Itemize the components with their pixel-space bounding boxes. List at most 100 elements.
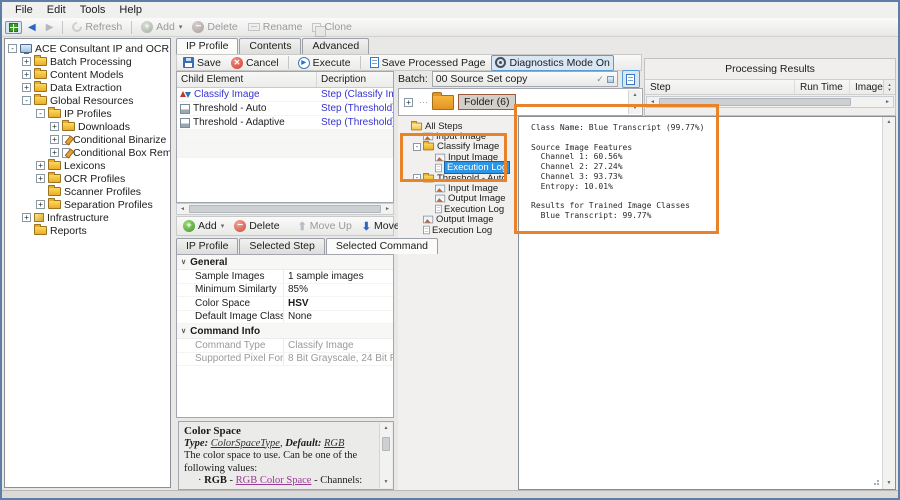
- execute-button[interactable]: ▶Execute: [294, 55, 355, 71]
- tree-item-batch-processing[interactable]: +Batch Processing: [5, 55, 170, 68]
- tree-item-global-resources[interactable]: -Global Resources: [5, 94, 170, 107]
- tree-item-scanner-profiles[interactable]: Scanner Profiles: [5, 185, 170, 198]
- scroll-up-icon[interactable]: ▲: [384, 423, 389, 434]
- expander-icon[interactable]: +: [36, 200, 45, 209]
- batch-combo[interactable]: 00 Source Set copy ✓: [432, 71, 618, 87]
- results-horizontal-scrollbar[interactable]: ◄ ►: [646, 96, 894, 108]
- scroll-left-icon[interactable]: ◄: [647, 99, 658, 105]
- tab-selected-step[interactable]: Selected Step: [239, 238, 324, 254]
- expander-icon[interactable]: +: [22, 70, 31, 79]
- tree-item-input-image[interactable]: Input Image: [398, 183, 518, 193]
- delete-child-button[interactable]: −Delete: [230, 218, 283, 234]
- toggle-navigation-panel-button[interactable]: [5, 21, 22, 34]
- diagnostics-mode-button[interactable]: Diagnostics Mode On: [491, 55, 613, 71]
- expander-icon[interactable]: -: [8, 44, 17, 53]
- tree-item-ip-profiles[interactable]: -IP Profiles: [5, 107, 170, 120]
- scroll-right-icon[interactable]: ►: [382, 206, 393, 212]
- scroll-down-icon[interactable]: ▼: [384, 477, 389, 488]
- add-child-button[interactable]: +Add▾: [179, 218, 228, 234]
- property-row-minimum-similarty[interactable]: Minimum Similarty85%: [177, 284, 393, 298]
- scroll-up-icon[interactable]: ▲: [633, 90, 638, 101]
- collapse-icon[interactable]: ∨: [181, 258, 186, 266]
- tree-item-threshold-auto[interactable]: -Threshold - Auto: [398, 173, 518, 183]
- add-button[interactable]: +Add▾: [137, 19, 186, 35]
- tab-selected-command[interactable]: Selected Command: [326, 238, 438, 254]
- scroll-down-icon[interactable]: ▼: [887, 478, 892, 489]
- tree-item-execution-log[interactable]: Execution Log: [398, 225, 518, 235]
- scrollbar-thumb[interactable]: [659, 98, 851, 106]
- clone-button[interactable]: Clone: [308, 19, 355, 35]
- move-up-button[interactable]: ⬆Move Up: [294, 218, 356, 235]
- column-header-run-time[interactable]: Run Time: [795, 80, 850, 94]
- expander-icon[interactable]: -: [413, 174, 421, 182]
- tree-item-all-steps[interactable]: All Steps: [398, 121, 518, 131]
- expander-icon[interactable]: -: [36, 109, 45, 118]
- table-row-threshold-adaptive[interactable]: Threshold - AdaptiveStep (Threshold): [177, 116, 393, 130]
- property-value[interactable]: 8 Bit Grayscale, 24 Bit RGB, 32 B: [283, 353, 393, 366]
- tree-item-input-image[interactable]: Input Image: [398, 131, 518, 141]
- property-row-sample-images[interactable]: Sample Images1 sample images: [177, 270, 393, 284]
- tree-item-execution-log[interactable]: Execution Log: [398, 204, 518, 214]
- save-button[interactable]: Save: [179, 55, 225, 71]
- output-vertical-scrollbar[interactable]: ▲ ▼: [882, 117, 895, 489]
- table-row-classify-image[interactable]: Classify ImageStep (Classify Image): [177, 88, 393, 102]
- help-vertical-scrollbar[interactable]: ▲ ▼: [379, 423, 392, 488]
- tree-item-ace-consultant-ip-and-ocr[interactable]: -ACE Consultant IP and OCR: [5, 42, 170, 55]
- column-header-step[interactable]: Step: [645, 80, 795, 94]
- tab-contents[interactable]: Contents: [239, 38, 301, 54]
- view-page-button[interactable]: [622, 70, 640, 88]
- property-row-color-space[interactable]: Color SpaceHSV: [177, 297, 393, 311]
- tab-ip-profile-2[interactable]: IP Profile: [176, 238, 238, 254]
- expander-icon[interactable]: +: [36, 174, 45, 183]
- help-bullet-link[interactable]: RGB Color Space: [236, 475, 312, 486]
- spinner-down-icon[interactable]: ▼: [888, 87, 892, 92]
- tab-advanced[interactable]: Advanced: [302, 38, 369, 54]
- property-row-default-image-class[interactable]: Default Image ClassNone: [177, 311, 393, 325]
- column-header-child-element[interactable]: Child Element: [177, 72, 317, 87]
- expander-icon[interactable]: +: [22, 83, 31, 92]
- cancel-button[interactable]: ✕Cancel: [227, 55, 283, 71]
- scroll-right-icon[interactable]: ►: [882, 99, 893, 105]
- delete-button[interactable]: −Delete: [188, 19, 241, 35]
- tree-item-infrastructure[interactable]: +Infrastructure: [5, 211, 170, 224]
- property-section-command-info[interactable]: ∨Command Info: [177, 324, 393, 339]
- menu-file[interactable]: File: [8, 4, 40, 16]
- property-value[interactable]: 1 sample images: [283, 270, 393, 283]
- menu-edit[interactable]: Edit: [40, 4, 73, 16]
- menu-tools[interactable]: Tools: [73, 4, 113, 16]
- forward-button[interactable]: ▶: [42, 20, 58, 35]
- expander-icon[interactable]: -: [22, 96, 31, 105]
- expander-icon[interactable]: +: [50, 148, 59, 157]
- rename-button[interactable]: Rename: [244, 19, 307, 35]
- expander-icon[interactable]: +: [22, 57, 31, 66]
- expander-icon[interactable]: +: [22, 213, 31, 222]
- grid-spinner[interactable]: ▲▼: [883, 80, 895, 94]
- tree-item-output-image[interactable]: Output Image: [398, 194, 518, 204]
- property-value[interactable]: HSV: [283, 297, 393, 310]
- help-type-link[interactable]: ColorSpaceType: [211, 438, 280, 449]
- tab-ip-profile[interactable]: IP Profile: [176, 38, 238, 54]
- expander-icon[interactable]: -: [413, 143, 421, 151]
- tree-item-downloads[interactable]: +Downloads: [5, 120, 170, 133]
- scrollbar-thumb[interactable]: [189, 205, 381, 213]
- property-value[interactable]: 85%: [283, 284, 393, 297]
- tree-item-data-extraction[interactable]: +Data Extraction: [5, 81, 170, 94]
- tree-item-separation-profiles[interactable]: +Separation Profiles: [5, 198, 170, 211]
- save-processed-page-button[interactable]: Save Processed Page: [366, 55, 490, 71]
- scroll-down-icon[interactable]: ▼: [633, 103, 638, 114]
- property-row-command-type[interactable]: Command TypeClassify Image: [177, 339, 393, 353]
- menu-help[interactable]: Help: [112, 4, 149, 16]
- folder-tree-scrollbar[interactable]: ▲ ▼: [628, 90, 641, 114]
- collapse-icon[interactable]: ∨: [181, 327, 186, 335]
- property-value[interactable]: Classify Image: [283, 339, 393, 352]
- scroll-left-icon[interactable]: ◄: [177, 206, 188, 212]
- table-horizontal-scrollbar[interactable]: ◄ ►: [176, 203, 394, 215]
- tree-item-lexicons[interactable]: +Lexicons: [5, 159, 170, 172]
- scroll-up-icon[interactable]: ▲: [887, 117, 892, 128]
- refresh-button[interactable]: Refresh: [68, 19, 126, 35]
- resize-grip[interactable]: [872, 479, 880, 487]
- property-section-general[interactable]: ∨General: [177, 255, 393, 270]
- column-header-decription[interactable]: Decription: [317, 72, 393, 87]
- property-row-supported-pixel-formats[interactable]: Supported Pixel Formats8 Bit Grayscale, …: [177, 353, 393, 367]
- tree-item-output-image[interactable]: Output Image: [398, 215, 518, 225]
